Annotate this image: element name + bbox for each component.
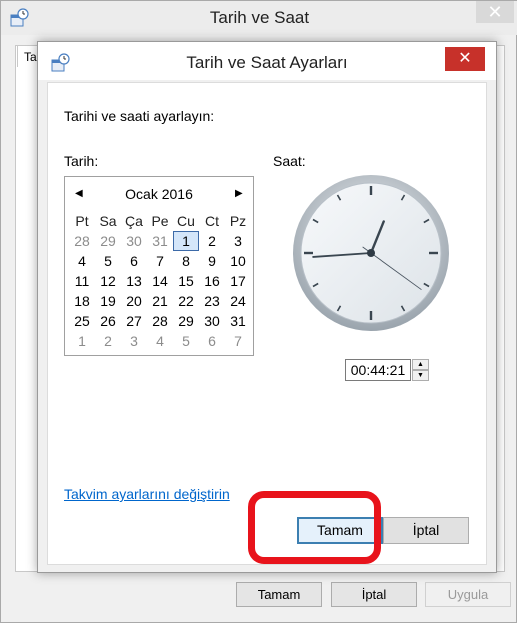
weekday-header: Pe: [151, 213, 169, 229]
calendar-day[interactable]: 2: [199, 231, 225, 251]
outer-apply-button: Uygula: [425, 582, 511, 607]
outer-close-button[interactable]: ✕: [476, 1, 514, 23]
calendar-day[interactable]: 8: [173, 251, 199, 271]
calendar-day[interactable]: 4: [69, 251, 95, 271]
calendar-day[interactable]: 28: [69, 231, 95, 251]
clock-center-pin: [367, 249, 375, 257]
calendar-day[interactable]: 19: [95, 291, 121, 311]
weekday-header: Sa: [99, 213, 117, 229]
calendar-grid: Pt Sa Ça Pe Cu Ct Pz 28 29 30 31 1 2 3 4 5 6 7 8 9 10 11 12 13 1…: [69, 211, 251, 351]
dialog-titlebar: Tarih ve Saat Ayarları ✕: [38, 42, 496, 80]
weekday-header: Cu: [177, 213, 195, 229]
weekday-header: Pz: [229, 213, 247, 229]
calendar-day[interactable]: 10: [225, 251, 251, 271]
date-label: Tarih:: [64, 153, 99, 169]
calendar-day[interactable]: 26: [95, 311, 121, 331]
calendar-day[interactable]: 5: [95, 251, 121, 271]
weekday-header: Ct: [205, 213, 219, 229]
cancel-button[interactable]: İptal: [383, 517, 469, 544]
calendar-day[interactable]: 12: [95, 271, 121, 291]
calendar-day[interactable]: 25: [69, 311, 95, 331]
calendar-day[interactable]: 6: [121, 251, 147, 271]
calendar-month-label[interactable]: Ocak 2016: [95, 186, 223, 202]
previous-month-icon[interactable]: ◀: [75, 189, 85, 199]
calendar-day[interactable]: 17: [225, 271, 251, 291]
analog-clock: [293, 175, 449, 331]
calendar-day-selected[interactable]: 1: [173, 231, 199, 251]
calendar-day[interactable]: 29: [95, 231, 121, 251]
outer-window-title: Tarih ve Saat: [209, 8, 310, 27]
calendar-day[interactable]: 7: [225, 331, 251, 351]
calendar-day[interactable]: 20: [121, 291, 147, 311]
calendar-day[interactable]: 27: [121, 311, 147, 331]
calendar-settings-link[interactable]: Takvim ayarlarını değiştirin: [64, 486, 230, 502]
calendar-day[interactable]: 28: [147, 311, 173, 331]
calendar-day[interactable]: 13: [121, 271, 147, 291]
weekday-header: Ça: [125, 213, 143, 229]
calendar-day[interactable]: 16: [199, 271, 225, 291]
time-label: Saat:: [273, 153, 306, 169]
next-month-icon[interactable]: ▶: [235, 189, 245, 199]
time-input[interactable]: 00:44:21: [345, 359, 411, 381]
calendar-day[interactable]: 18: [69, 291, 95, 311]
calendar-day[interactable]: 15: [173, 271, 199, 291]
calendar-day[interactable]: 4: [147, 331, 173, 351]
calendar-day[interactable]: 3: [225, 231, 251, 251]
calendar: ◀ Ocak 2016 ▶ Pt Sa Ça Pe Cu Ct Pz 28 29 30 31 1 2 3 4…: [64, 176, 254, 356]
outer-cancel-button[interactable]: İptal: [331, 582, 417, 607]
calendar-day[interactable]: 29: [173, 311, 199, 331]
red-highlight-annotation: [248, 491, 381, 564]
calendar-day[interactable]: 30: [121, 231, 147, 251]
calendar-day[interactable]: 1: [69, 331, 95, 351]
calendar-day[interactable]: 2: [95, 331, 121, 351]
calendar-day[interactable]: 5: [173, 331, 199, 351]
dialog-title: Tarih ve Saat Ayarları: [186, 53, 348, 72]
calendar-day[interactable]: 9: [199, 251, 225, 271]
calendar-day[interactable]: 11: [69, 271, 95, 291]
dialog-close-button[interactable]: ✕: [445, 47, 485, 71]
calendar-day[interactable]: 30: [199, 311, 225, 331]
calendar-day[interactable]: 31: [147, 231, 173, 251]
time-spin-down-icon[interactable]: ▼: [412, 370, 429, 381]
calendar-day[interactable]: 24: [225, 291, 251, 311]
time-spin-up-icon[interactable]: ▲: [412, 359, 429, 370]
weekday-header: Pt: [75, 213, 89, 229]
calendar-day[interactable]: 7: [147, 251, 173, 271]
calendar-day[interactable]: 6: [199, 331, 225, 351]
outer-titlebar: Tarih ve Saat ✕: [1, 1, 517, 35]
calendar-day[interactable]: 3: [121, 331, 147, 351]
calendar-day[interactable]: 14: [147, 271, 173, 291]
outer-ok-button[interactable]: Tamam: [236, 582, 322, 607]
calendar-day[interactable]: 21: [147, 291, 173, 311]
instruction-text: Tarihi ve saati ayarlayın:: [64, 108, 215, 124]
calendar-day[interactable]: 22: [173, 291, 199, 311]
calendar-day[interactable]: 31: [225, 311, 251, 331]
calendar-day[interactable]: 23: [199, 291, 225, 311]
